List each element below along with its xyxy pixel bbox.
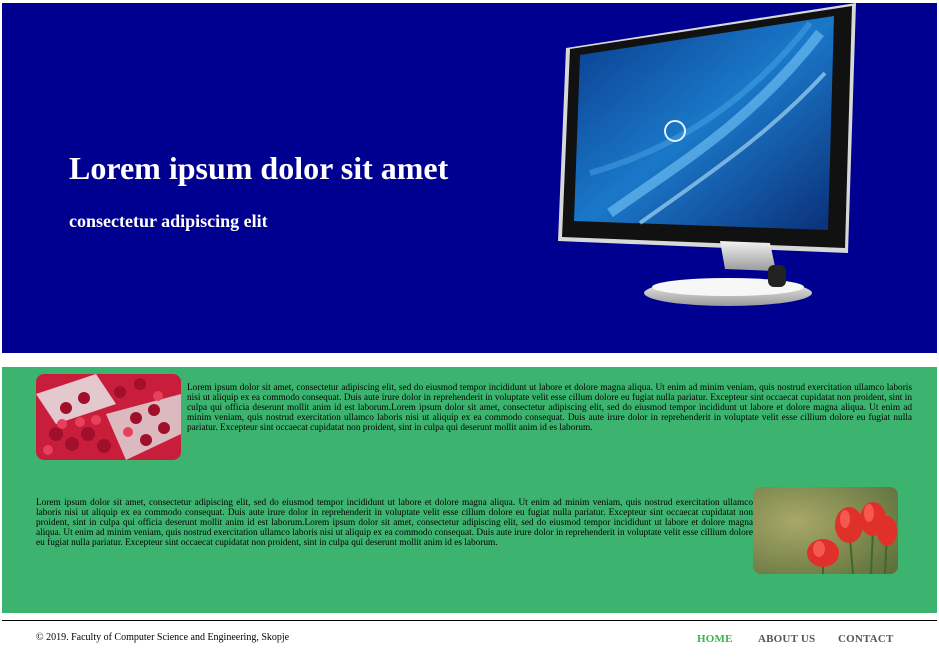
nav-contact-link[interactable]: CONTACT	[838, 633, 894, 645]
hero-title: Lorem ipsum dolor sit amet	[69, 150, 449, 186]
nav-home-link[interactable]: HOME	[697, 633, 733, 645]
monitor-image	[558, 3, 856, 306]
footer-divider	[2, 620, 937, 621]
paragraph-1: Lorem ipsum dolor sit amet, consectetur …	[187, 383, 912, 433]
tulips-image	[753, 487, 898, 574]
hero-subtitle: consectetur adipiscing elit	[69, 211, 268, 231]
paragraph-2: Lorem ipsum dolor sit amet, consectetur …	[36, 498, 753, 548]
hero-banner: Lorem ipsum dolor sit amet consectetur a…	[2, 3, 937, 353]
content-section: Lorem ipsum dolor sit amet, consectetur …	[2, 367, 937, 613]
nav-about-us-link[interactable]: ABOUT US	[758, 633, 815, 645]
raspberries-image	[36, 374, 181, 460]
copyright-text: © 2019. Faculty of Computer Science and …	[36, 632, 290, 643]
